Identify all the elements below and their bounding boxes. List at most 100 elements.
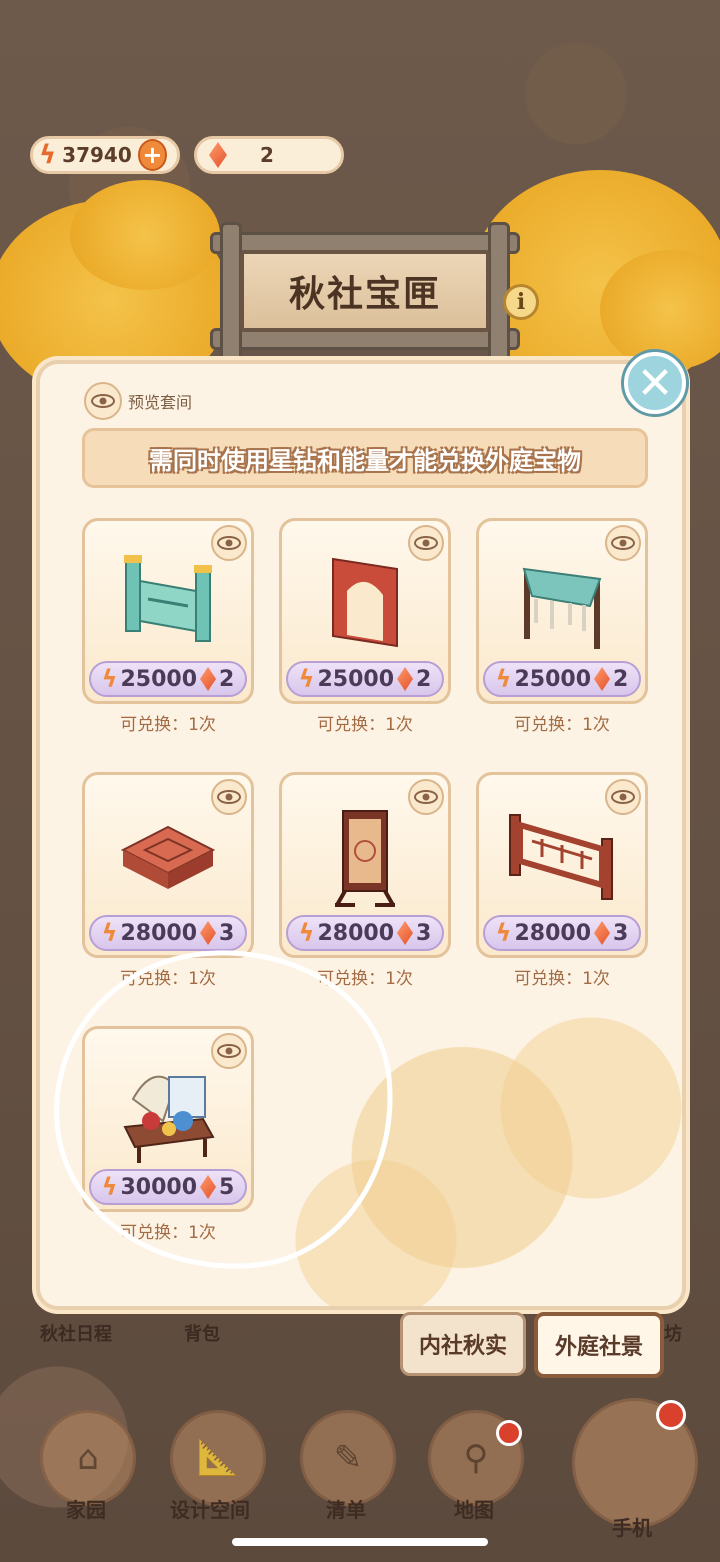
shop-item[interactable]: ϟ 25000 2 可兑换：1次	[476, 518, 648, 735]
home-indicator[interactable]	[232, 1538, 488, 1546]
price-tag: ϟ 28000 3	[286, 915, 444, 951]
shop-item[interactable]: ϟ 25000 2 可兑换：1次	[82, 518, 254, 735]
energy-counter: ϟ 37940 +	[30, 136, 180, 174]
energy-bolt-icon: ϟ	[298, 665, 315, 693]
add-energy-button[interactable]: +	[137, 139, 167, 171]
eye-icon	[84, 382, 122, 420]
item-card[interactable]: ϟ 30000 5	[82, 1026, 254, 1212]
nav-home-button[interactable]: ⌂	[40, 1410, 136, 1506]
nav-phone-label: 手机	[612, 1516, 652, 1540]
exchange-panel: 预览套间 需同时使用星钻和能量才能兑换外庭宝物 ϟ 25000 2 可兑换：1次	[36, 360, 686, 1310]
panel-foliage-decoration	[290, 976, 682, 1306]
star-diamond-icon	[200, 921, 217, 945]
star-diamond-icon	[594, 921, 611, 945]
energy-bolt-icon: ϟ	[298, 919, 315, 947]
board-left-post	[220, 222, 242, 362]
gem-cost: 3	[613, 920, 629, 946]
nav-list-label: 清单	[326, 1498, 366, 1522]
gem-cost: 2	[613, 666, 629, 692]
item-card[interactable]: ϟ 25000 2	[82, 518, 254, 704]
exchange-notice: 需同时使用星钻和能量才能兑换外庭宝物	[82, 428, 648, 488]
shop-item[interactable]: ϟ 28000 3 可兑换：1次	[476, 772, 648, 989]
checklist-icon: ✎	[333, 1438, 363, 1478]
item-card[interactable]: ϟ 25000 2	[476, 518, 648, 704]
energy-cost: 28000	[514, 920, 592, 946]
house-icon: ⌂	[77, 1438, 99, 1478]
currency-bar: ϟ 37940 + 2	[30, 135, 344, 175]
item-card[interactable]: ϟ 28000 3	[82, 772, 254, 958]
nav-map-label: 地图	[454, 1498, 494, 1522]
preview-suite-button[interactable]: 预览套间	[84, 382, 192, 420]
wooden-fence-icon	[509, 814, 613, 900]
shop-item[interactable]: ϟ 30000 5 可兑换：1次	[82, 1026, 254, 1243]
energy-cost: 30000	[120, 1174, 198, 1200]
gem-cost: 3	[219, 920, 235, 946]
price-tag: ϟ 25000 2	[89, 661, 247, 697]
shop-item[interactable]: ϟ 28000 3 可兑换：1次	[82, 772, 254, 989]
map-notification-dot	[496, 1420, 522, 1446]
shop-item[interactable]: ϟ 25000 2 可兑换：1次	[279, 518, 451, 735]
tab-outer-court[interactable]: 外庭社景	[534, 1312, 664, 1378]
energy-cost: 25000	[514, 666, 592, 692]
exchange-limit: 可兑换：1次	[514, 715, 610, 735]
folding-screen-icon	[335, 810, 395, 907]
star-diamond-icon	[397, 921, 414, 945]
autumn-tree-left-top	[70, 180, 220, 290]
info-button[interactable]: i	[503, 284, 539, 320]
phone-notification-dot	[656, 1400, 686, 1430]
energy-cost: 28000	[120, 920, 198, 946]
partial-label: 坊	[664, 1324, 682, 1345]
price-tag: ϟ 28000 3	[89, 915, 247, 951]
star-diamond-icon	[594, 667, 611, 691]
exchange-limit: 可兑换：1次	[317, 969, 413, 989]
decorated-table-set-icon	[123, 1075, 215, 1163]
item-card[interactable]: ϟ 28000 3	[476, 772, 648, 958]
tab-inner-autumn[interactable]: 内社秋实	[400, 1312, 526, 1376]
gem-cost: 2	[219, 666, 235, 692]
energy-bolt-icon: ϟ	[101, 1173, 118, 1201]
red-arch-doorway-icon	[332, 557, 398, 648]
price-tag: ϟ 28000 3	[483, 915, 641, 951]
title-signboard: 秋社宝匣	[210, 222, 520, 362]
energy-cost: 25000	[120, 666, 198, 692]
energy-value: 37940	[62, 143, 132, 167]
teal-canopy-icon	[522, 567, 602, 649]
bag-label[interactable]: 背包	[184, 1320, 220, 1346]
exchange-limit: 可兑换：1次	[514, 969, 610, 989]
nav-design-label: 设计空间	[170, 1498, 250, 1522]
energy-bolt-icon: ϟ	[495, 919, 512, 947]
price-tag: ϟ 30000 5	[89, 1169, 247, 1205]
item-card[interactable]: ϟ 25000 2	[279, 518, 451, 704]
energy-bolt-icon: ϟ	[101, 919, 118, 947]
gem-cost: 3	[416, 920, 432, 946]
preview-suite-label: 预览套间	[128, 393, 193, 412]
schedule-label[interactable]: 秋社日程	[40, 1320, 112, 1346]
nav-list-button[interactable]: ✎	[300, 1410, 396, 1506]
ruler-icon: 📐	[196, 1438, 240, 1478]
energy-bolt-icon: ϟ	[495, 665, 512, 693]
exchange-limit: 可兑换：1次	[120, 969, 216, 989]
gem-cost: 5	[219, 1174, 235, 1200]
energy-bolt-icon: ϟ	[39, 140, 57, 170]
price-tag: ϟ 25000 2	[286, 661, 444, 697]
gem-value: 2	[260, 143, 274, 167]
close-button[interactable]: ✕	[624, 352, 686, 414]
star-diamond-icon	[200, 1175, 217, 1199]
exchange-limit: 可兑换：1次	[120, 1223, 216, 1243]
square-cushion-icon	[120, 825, 216, 889]
page-title: 秋社宝匣	[240, 250, 490, 332]
exchange-limit: 可兑换：1次	[317, 715, 413, 735]
price-tag: ϟ 25000 2	[483, 661, 641, 697]
jade-railing-icon	[124, 555, 212, 642]
item-card[interactable]: ϟ 28000 3	[279, 772, 451, 958]
nav-design-button[interactable]: 📐	[170, 1410, 266, 1506]
gem-cost: 2	[416, 666, 432, 692]
exchange-limit: 可兑换：1次	[120, 715, 216, 735]
map-pin-icon: ⚲	[463, 1438, 489, 1478]
star-diamond-icon	[397, 667, 414, 691]
energy-cost: 25000	[317, 666, 395, 692]
energy-bolt-icon: ϟ	[101, 665, 118, 693]
star-diamond-icon	[209, 142, 227, 168]
gem-counter: 2	[194, 136, 344, 174]
shop-item[interactable]: ϟ 28000 3 可兑换：1次	[279, 772, 451, 989]
